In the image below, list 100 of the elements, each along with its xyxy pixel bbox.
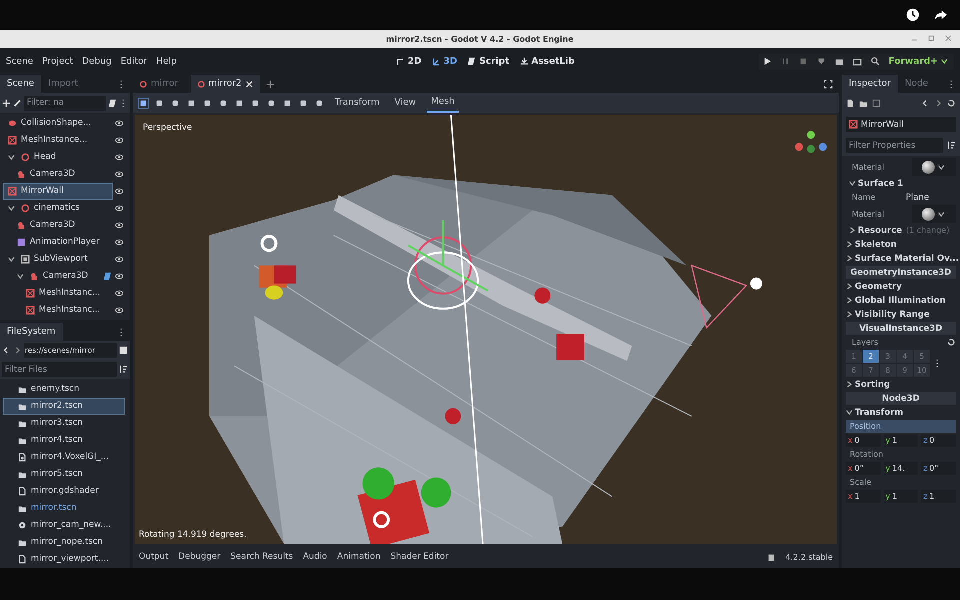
eye-icon[interactable]	[115, 170, 124, 178]
dock-tab[interactable]: Scene	[0, 75, 42, 93]
tree-item[interactable]: Camera3D	[4, 268, 100, 284]
tree-item[interactable]: MeshInstanc...	[4, 302, 112, 318]
folder-icon[interactable]	[859, 99, 868, 108]
eye-icon[interactable]	[115, 186, 124, 196]
tree-item[interactable]: Camera3D	[4, 166, 112, 182]
filter-field[interactable]: Filter Files	[2, 362, 117, 377]
dock-tab[interactable]: FileSystem	[0, 323, 63, 341]
workspace-button[interactable]: Script	[467, 56, 510, 66]
file-item[interactable]: mirror_nope.tscn	[4, 534, 124, 550]
sort-icon[interactable]	[119, 365, 128, 374]
file-item[interactable]: mirror4.VoxelGI_...	[4, 450, 124, 464]
number-field[interactable]: y 14.	[884, 462, 918, 475]
stop-icon[interactable]	[798, 57, 808, 66]
pause-icon[interactable]	[780, 57, 790, 66]
filter-field[interactable]: Filter Properties	[846, 138, 943, 153]
link-icon[interactable]	[13, 98, 22, 108]
remote-icon[interactable]	[816, 57, 826, 66]
file-item[interactable]: mirror5.tscn	[4, 466, 124, 482]
workspace-button[interactable]: 3D	[432, 56, 458, 66]
search-icon[interactable]	[870, 57, 880, 66]
renderer-dropdown[interactable]: Forward+	[888, 56, 950, 66]
fullscreen-icon[interactable]	[824, 80, 833, 88]
file-item[interactable]: mirror4.tscn	[4, 432, 124, 448]
eye-icon[interactable]	[115, 238, 124, 246]
property-value[interactable]: Plane	[906, 192, 956, 202]
number-field[interactable]: z 0°	[921, 462, 956, 475]
file-item[interactable]: enemy.tscn	[4, 382, 124, 396]
sort-icon[interactable]	[947, 141, 956, 150]
add-icon[interactable]	[266, 80, 275, 88]
square-icon[interactable]	[119, 346, 128, 355]
material-picker[interactable]	[912, 205, 956, 223]
property-group[interactable]: Surface Material Ov...	[846, 252, 956, 265]
file-item[interactable]: mirror_cam_new....	[4, 518, 124, 532]
file-item[interactable]: mirror.tscn	[4, 500, 124, 516]
eye-icon[interactable]	[115, 136, 124, 144]
back-icon[interactable]	[2, 346, 11, 355]
back-icon[interactable]	[921, 99, 930, 108]
forward-icon[interactable]	[13, 346, 22, 355]
menu-item[interactable]: Project	[42, 56, 74, 66]
eye-icon[interactable]	[115, 306, 124, 314]
tree-item[interactable]: AnimationPlayer	[4, 234, 112, 250]
material-picker[interactable]	[912, 158, 956, 176]
menu-item[interactable]: Scene	[6, 56, 34, 66]
tree-item[interactable]: MirrorWall	[4, 184, 112, 198]
caret-icon[interactable]	[8, 256, 15, 262]
eye-icon[interactable]	[115, 254, 124, 264]
reset-icon[interactable]	[947, 338, 956, 347]
save-icon[interactable]	[872, 99, 881, 108]
bottom-panel-tab[interactable]: Animation	[337, 552, 381, 562]
property-group[interactable]: Visibility Range	[846, 308, 956, 321]
number-field[interactable]: z 1	[921, 490, 956, 503]
property-group[interactable]: Sorting	[846, 378, 956, 391]
script-icon[interactable]	[108, 98, 117, 108]
share-icon[interactable]	[934, 8, 948, 22]
menu-item[interactable]: Help	[156, 56, 178, 66]
maximize-icon[interactable]	[928, 35, 935, 42]
property-group[interactable]: Transform	[846, 406, 956, 419]
file-item[interactable]: mirror3.tscn	[4, 416, 124, 430]
file-item[interactable]: mirror_viewport....	[4, 552, 124, 566]
tree-item[interactable]: MeshInstanc...	[4, 286, 112, 300]
caret-icon[interactable]	[17, 272, 24, 280]
menu-item[interactable]: Editor	[120, 56, 148, 66]
property-group[interactable]: Geometry	[846, 280, 956, 293]
property-group[interactable]: Resource (1 change)	[846, 224, 956, 237]
bottom-panel-tab[interactable]: Audio	[303, 552, 328, 562]
dock-tab[interactable]: Inspector	[842, 75, 898, 93]
play-icon[interactable]	[762, 57, 772, 66]
property-group[interactable]: Global Illumination	[846, 294, 956, 307]
object-selector[interactable]: MirrorWall	[846, 117, 956, 132]
forward-icon[interactable]	[934, 99, 943, 108]
bottom-panel-tab[interactable]: Debugger	[178, 552, 221, 562]
property-group[interactable]: Skeleton	[846, 238, 956, 251]
eye-icon[interactable]	[115, 272, 124, 280]
filter-field[interactable]: Filter: na	[24, 96, 106, 110]
file-icon[interactable]	[846, 99, 855, 108]
bottom-panel-tab[interactable]: Search Results	[230, 552, 294, 562]
tree-item[interactable]: Camera3D	[4, 218, 112, 232]
file-item[interactable]: mirror2.tscn	[4, 398, 124, 414]
eye-icon[interactable]	[115, 220, 124, 230]
viewport-menu[interactable]: Mesh	[427, 93, 459, 113]
viewport-menu[interactable]: Transform	[331, 93, 384, 113]
eye-icon[interactable]	[115, 152, 124, 162]
caret-icon[interactable]	[8, 204, 15, 212]
number-field[interactable]: x 1	[846, 490, 881, 503]
file-item[interactable]: mirror.gdshader	[4, 484, 124, 498]
eye-icon[interactable]	[115, 118, 124, 128]
copy-icon[interactable]	[766, 552, 776, 562]
property-group[interactable]: Surface 1	[846, 177, 956, 190]
eye-icon[interactable]	[115, 288, 124, 298]
menu-item[interactable]: Debug	[82, 56, 112, 66]
bottom-panel-tab[interactable]: Shader Editor	[390, 552, 449, 562]
workspace-button[interactable]: 2D	[396, 56, 422, 66]
script-icon[interactable]	[103, 272, 112, 280]
workspace-button[interactable]: AssetLib	[520, 56, 575, 66]
perspective-menu[interactable]: Perspective	[143, 123, 192, 133]
eye-icon[interactable]	[115, 204, 124, 212]
scene-file-tab[interactable]: mirror2	[190, 75, 260, 93]
bottom-panel-tab[interactable]: Output	[139, 552, 169, 562]
